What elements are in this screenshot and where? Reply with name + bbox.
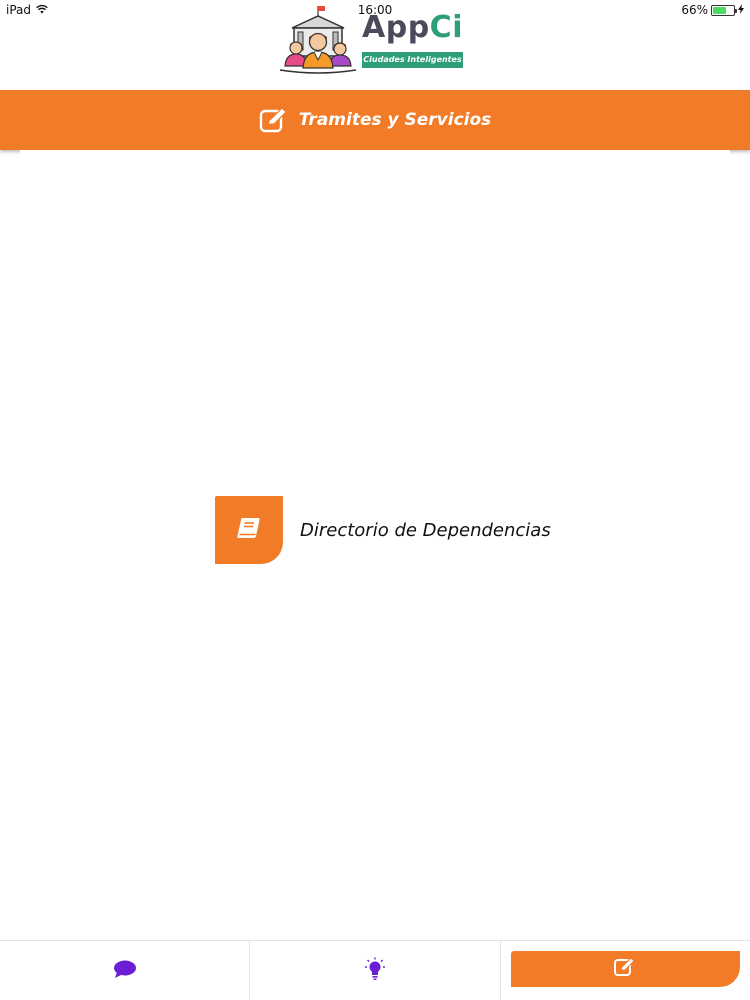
logo-tagline: Ciudades Inteligentes — [362, 52, 463, 68]
battery-percent: 66% — [681, 3, 708, 17]
citizens-building-illustration — [279, 6, 357, 74]
logo-wordmark: AppCi — [362, 12, 463, 44]
battery-fill — [713, 6, 727, 14]
appci-logo: AppCi Ciudades Inteligentes — [278, 4, 474, 74]
directory-item-label: Directorio de Dependencias — [300, 519, 551, 541]
charging-bolt-icon — [738, 3, 744, 17]
edit-icon — [259, 107, 289, 133]
lightbulb-icon — [364, 957, 386, 985]
chat-bubble-icon — [113, 959, 137, 983]
edit-icon — [613, 957, 637, 981]
battery-icon — [711, 4, 737, 16]
bottom-tab-bar — [0, 940, 750, 1000]
logo-word-app: App — [362, 10, 430, 45]
logo-word-ci: Ci — [429, 10, 463, 45]
directorio-dependencias-item[interactable]: Directorio de Dependencias — [215, 496, 551, 564]
tab-messages[interactable] — [0, 941, 249, 1000]
book-icon — [236, 516, 262, 544]
section-header: Tramites y Servicios — [0, 90, 750, 150]
section-title: Tramites y Servicios — [298, 110, 492, 130]
directory-icon-box — [215, 496, 283, 564]
tab-tramites[interactable] — [499, 941, 750, 1000]
status-right: 66% — [681, 3, 744, 17]
active-tab-indicator — [510, 951, 740, 987]
tab-ideas[interactable] — [249, 941, 499, 1000]
